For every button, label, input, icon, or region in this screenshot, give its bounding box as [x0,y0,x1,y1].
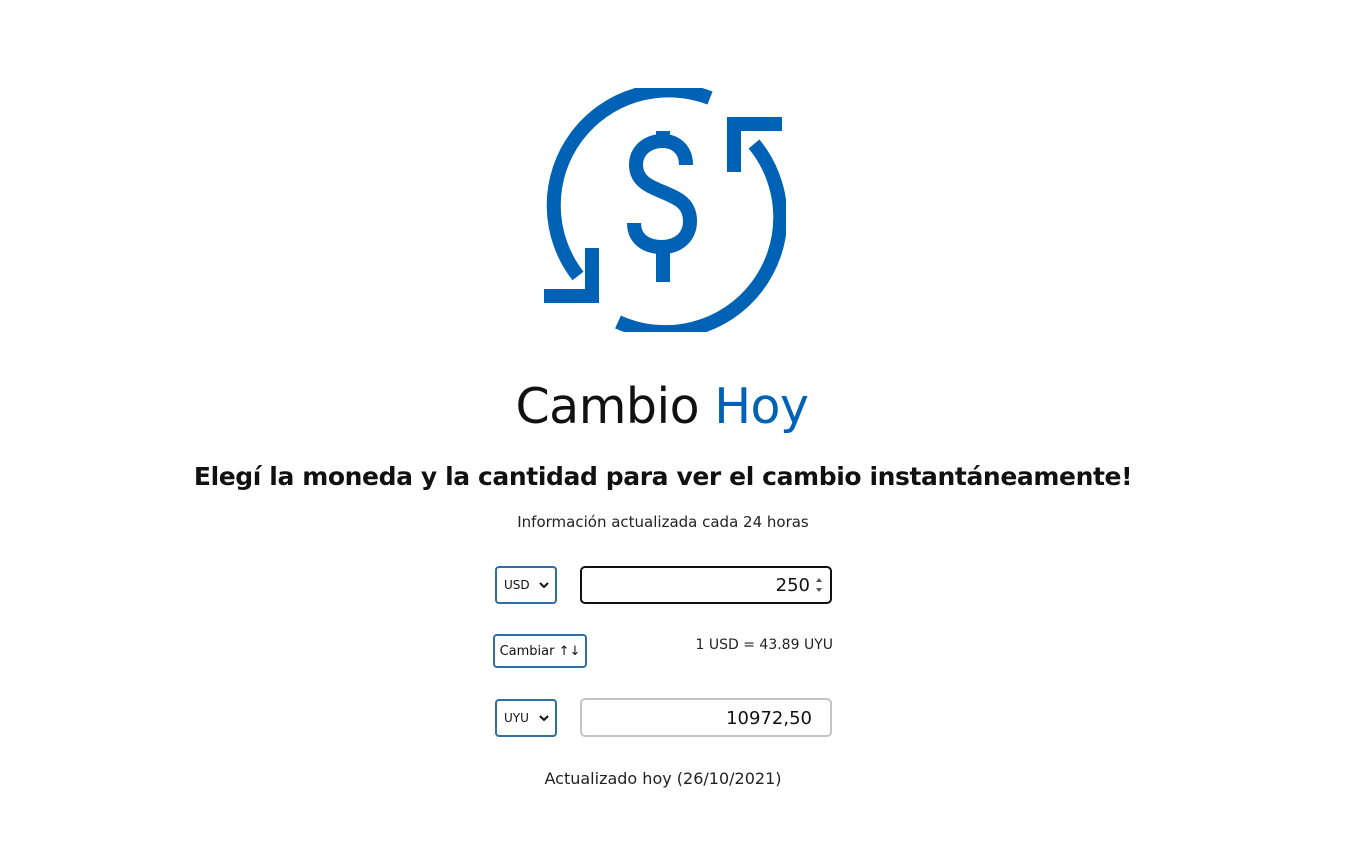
title-main: Cambio [515,378,700,435]
exchange-rate-text: 1 USD = 43.89 UYU [695,637,833,653]
update-frequency-info: Información actualizada cada 24 horas [517,513,809,531]
currency-exchange-icon [544,88,786,332]
to-currency-value: UYU [504,711,529,725]
swap-currencies-button[interactable]: Cambiar ↑↓ [493,634,587,668]
result-field[interactable] [580,698,832,737]
to-currency-select[interactable]: UYU [495,699,557,737]
number-spinner-icon[interactable] [814,574,824,596]
chevron-down-icon [539,582,549,589]
title-accent: Hoy [714,378,809,435]
page-subtitle: Elegí la moneda y la cantidad para ver e… [193,462,1133,491]
amount-field[interactable] [580,566,832,604]
chevron-down-icon [539,715,549,722]
from-currency-select[interactable]: USD [495,566,557,604]
amount-input[interactable] [590,572,810,598]
last-updated-text: Actualizado hoy (26/10/2021) [544,769,782,788]
from-currency-value: USD [504,578,530,592]
page-title: Cambio Hoy [0,378,1324,435]
result-input[interactable] [590,705,812,731]
page: Cambio Hoy Elegí la moneda y la cantidad… [0,0,1364,860]
